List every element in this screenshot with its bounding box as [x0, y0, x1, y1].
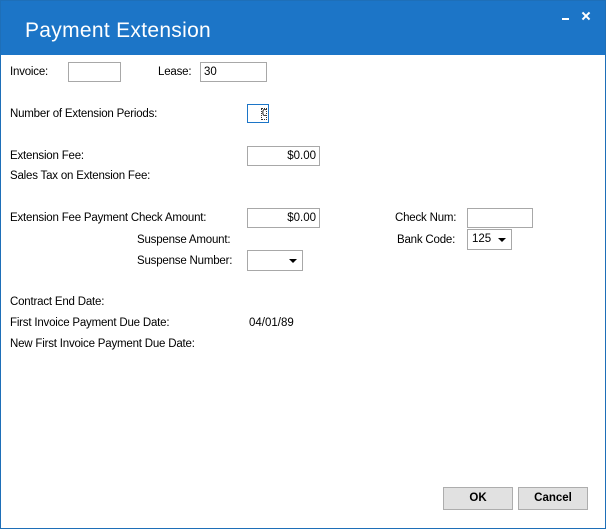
payment-extension-dialog: Payment Extension Invoice: Lease: 30 Num… — [0, 0, 606, 529]
title-bar: Payment Extension — [1, 1, 605, 55]
suspense-number-select[interactable] — [247, 250, 303, 271]
window-title: Payment Extension — [25, 19, 212, 42]
bank-code-select[interactable]: 125 — [467, 229, 512, 250]
check-amount-label: Extension Fee Payment Check Amount: — [10, 212, 207, 224]
first-due-label: First Invoice Payment Due Date: — [10, 317, 170, 329]
extension-fee-label: Extension Fee: — [10, 150, 84, 162]
chevron-down-icon — [289, 259, 297, 263]
sales-tax-label: Sales Tax on Extension Fee: — [10, 170, 151, 182]
new-first-due-label: New First Invoice Payment Due Date: — [10, 338, 195, 350]
bank-code-value: 125 — [472, 233, 492, 245]
ok-button[interactable]: OK — [443, 487, 513, 510]
lease-label: Lease: — [158, 66, 192, 78]
first-due-value: 04/01/89 — [249, 317, 294, 329]
check-num-field[interactable] — [467, 208, 533, 228]
extension-periods-label: Number of Extension Periods: — [10, 108, 158, 120]
extension-fee-field[interactable]: $0.00 — [247, 146, 320, 166]
extension-periods-field[interactable]: 0 — [247, 104, 269, 123]
check-amount-field[interactable]: $0.00 — [247, 208, 320, 228]
contract-end-label: Contract End Date: — [10, 296, 105, 308]
chevron-down-icon — [498, 238, 506, 242]
bank-code-label: Bank Code: — [397, 234, 456, 246]
lease-field[interactable]: 30 — [200, 62, 267, 82]
suspense-number-label: Suspense Number: — [137, 255, 233, 267]
cancel-button[interactable]: Cancel — [518, 487, 588, 510]
extension-periods-value: 0 — [261, 108, 267, 120]
minimize-icon[interactable] — [560, 9, 574, 23]
invoice-label: Invoice: — [10, 66, 49, 78]
suspense-amount-label: Suspense Amount: — [137, 234, 231, 246]
close-icon[interactable] — [581, 9, 595, 23]
invoice-field[interactable] — [68, 62, 121, 82]
check-num-label: Check Num: — [395, 212, 457, 224]
